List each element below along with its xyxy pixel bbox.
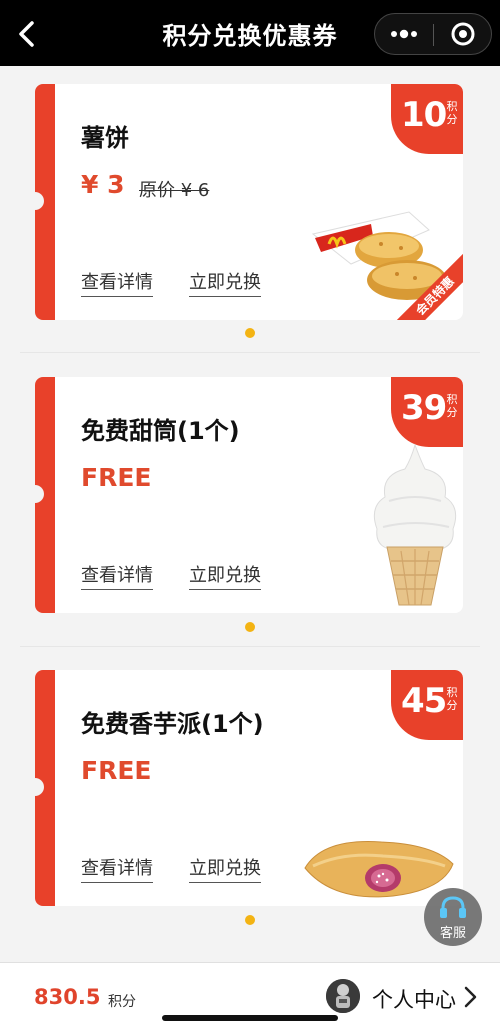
view-details-link[interactable]: 查看详情 bbox=[81, 854, 153, 883]
service-label: 客服 bbox=[439, 926, 466, 941]
view-details-link[interactable]: 查看详情 bbox=[81, 268, 153, 297]
coupon-card-taro-pie[interactable]: 免费香芋派(1个) FREE 查看详情 立即兑换 45 积分 bbox=[35, 670, 463, 906]
points-balance-unit: 积分 bbox=[108, 994, 136, 1010]
coupon-name: 免费甜筒(1个) bbox=[81, 417, 240, 445]
coupon-name: 免费香芋派(1个) bbox=[81, 710, 264, 738]
divider bbox=[20, 352, 480, 353]
chevron-right-icon bbox=[464, 986, 477, 1008]
ice-cream-cone-image bbox=[373, 443, 457, 606]
profile-center-link[interactable]: 个人中心 bbox=[326, 979, 486, 1015]
customer-service-button[interactable]: 客服 bbox=[424, 888, 482, 946]
points-value: 45 bbox=[401, 681, 447, 721]
coupon-actions: 查看详情 立即兑换 bbox=[81, 268, 261, 297]
coupon-price: FREE bbox=[81, 463, 152, 492]
coupon-card-ice-cream[interactable]: 免费甜筒(1个) FREE 查看详情 立即兑换 39 积分 bbox=[35, 377, 463, 613]
coupon-name: 薯饼 bbox=[81, 124, 129, 152]
home-indicator bbox=[162, 1015, 338, 1021]
coupon-price: ¥ 3 bbox=[81, 170, 125, 199]
coupon-card-hash-brown[interactable]: 薯饼 ¥ 3 原价 ¥ 6 查看详情 立即兑换 10 积分 会员特惠 bbox=[35, 84, 463, 320]
profile-label: 个人中心 bbox=[372, 988, 456, 1012]
more-dots-icon bbox=[391, 29, 417, 39]
carousel-dot bbox=[245, 622, 255, 632]
target-close-icon bbox=[451, 22, 475, 46]
points-balance: 830.5 bbox=[34, 985, 101, 1009]
coupon-actions: 查看详情 立即兑换 bbox=[81, 854, 261, 883]
original-price: 原价 ¥ 6 bbox=[139, 180, 210, 201]
nav-bar: 积分兑换优惠券 bbox=[0, 0, 500, 66]
avatar bbox=[326, 979, 360, 1013]
redeem-link[interactable]: 立即兑换 bbox=[189, 268, 261, 297]
points-badge: 39 积分 bbox=[391, 377, 463, 447]
divider bbox=[20, 646, 480, 647]
mini-program-capsule bbox=[374, 13, 492, 55]
points-unit: 积分 bbox=[446, 686, 458, 712]
coupon-price: FREE bbox=[81, 756, 152, 785]
points-badge: 45 积分 bbox=[391, 670, 463, 740]
robot-avatar-icon bbox=[326, 979, 360, 1013]
more-button[interactable] bbox=[375, 14, 433, 54]
points-unit: 积分 bbox=[446, 393, 458, 419]
redeem-link[interactable]: 立即兑换 bbox=[189, 561, 261, 590]
carousel-dot bbox=[245, 915, 255, 925]
carousel-dot bbox=[245, 328, 255, 338]
close-button[interactable] bbox=[434, 14, 492, 54]
points-unit: 积分 bbox=[446, 100, 458, 126]
headset-icon bbox=[440, 896, 466, 918]
redeem-link[interactable]: 立即兑换 bbox=[189, 854, 261, 883]
coupon-actions: 查看详情 立即兑换 bbox=[81, 561, 261, 590]
points-value: 39 bbox=[401, 388, 447, 428]
bottom-bar: 830.5 积分 个人中心 bbox=[0, 962, 500, 1028]
points-badge: 10 积分 bbox=[391, 84, 463, 154]
view-details-link[interactable]: 查看详情 bbox=[81, 561, 153, 590]
points-value: 10 bbox=[401, 95, 447, 135]
